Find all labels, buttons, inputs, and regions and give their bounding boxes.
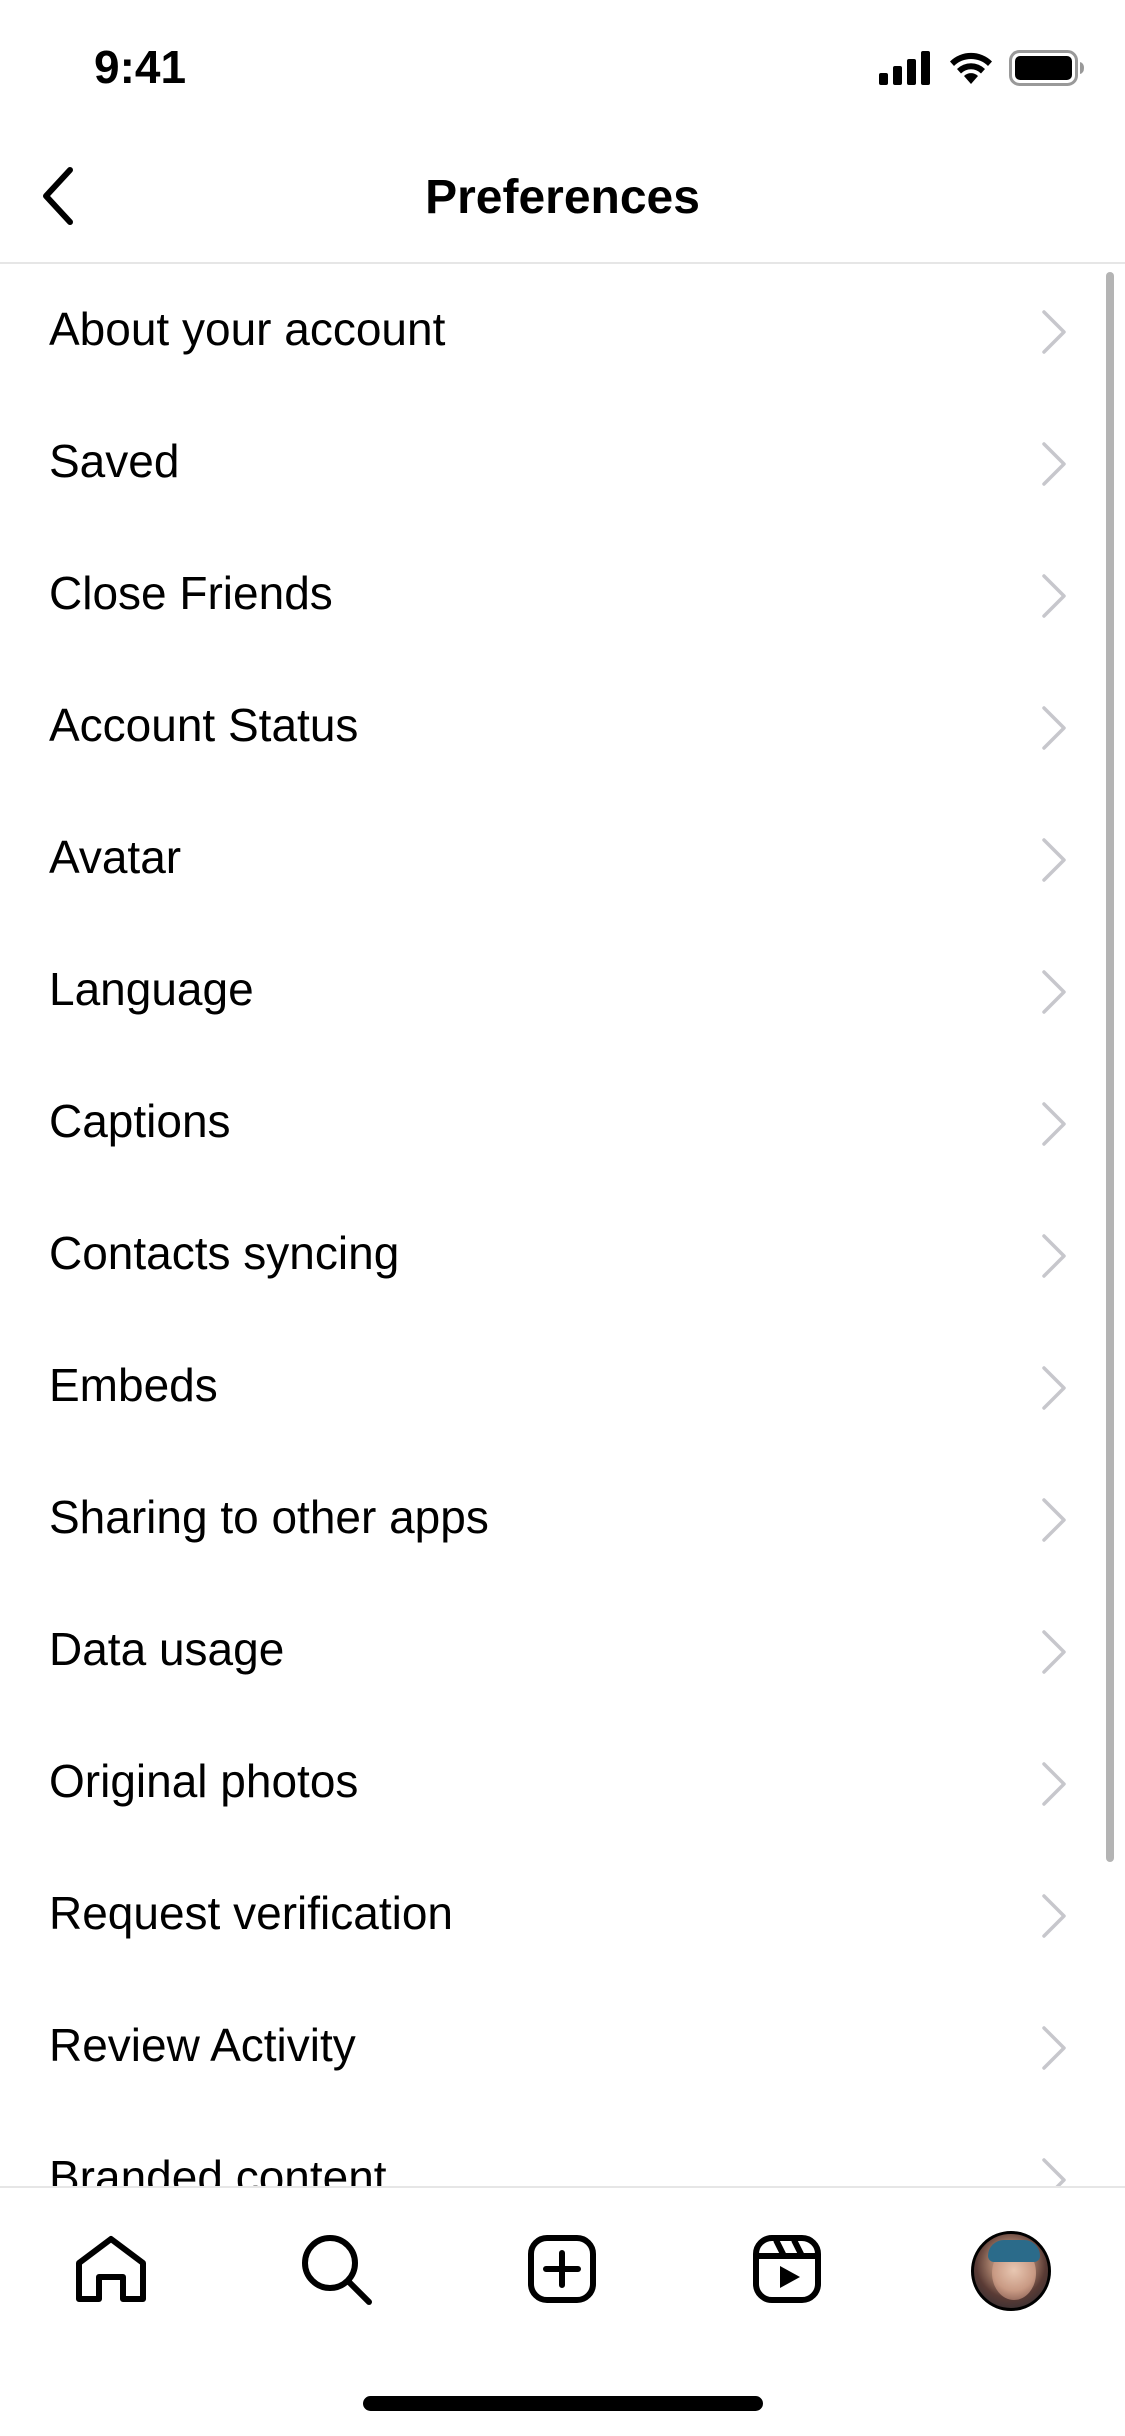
list-item-label: Review Activity xyxy=(49,2019,356,2071)
list-item-original-photos[interactable]: Original photos xyxy=(0,1718,1125,1850)
tab-search[interactable] xyxy=(281,2216,391,2326)
chevron-right-icon xyxy=(1042,1498,1066,1542)
list-item-label: Contacts syncing xyxy=(49,1227,400,1279)
list-item-review-activity[interactable]: Review Activity xyxy=(0,1982,1125,2114)
list-item-label: Language xyxy=(49,963,254,1015)
list-item-label: Embeds xyxy=(49,1359,218,1411)
chevron-right-icon xyxy=(1042,2026,1066,2070)
chevron-right-icon xyxy=(1042,1102,1066,1146)
list-item-label: Close Friends xyxy=(49,567,333,619)
list-item-contacts-syncing[interactable]: Contacts syncing xyxy=(0,1190,1125,1322)
list-item-label: Original photos xyxy=(49,1755,359,1807)
search-icon xyxy=(299,2232,373,2311)
page-title: Preferences xyxy=(425,171,700,224)
list-item-label: Saved xyxy=(49,435,180,487)
list-item-label: Request verification xyxy=(49,1887,453,1939)
list-item-label: Sharing to other apps xyxy=(49,1491,489,1543)
list-item-label: About your account xyxy=(49,303,446,355)
battery-icon xyxy=(1009,49,1085,91)
status-icons xyxy=(879,49,1085,91)
create-icon xyxy=(527,2234,597,2309)
chevron-right-icon xyxy=(1042,1366,1066,1410)
list-item-avatar[interactable]: Avatar xyxy=(0,794,1125,926)
status-time: 9:41 xyxy=(94,41,187,93)
home-indicator xyxy=(363,2396,763,2411)
chevron-right-icon xyxy=(1042,706,1066,750)
chevron-right-icon xyxy=(1042,2158,1066,2186)
chevron-right-icon xyxy=(1042,838,1066,882)
chevron-right-icon xyxy=(1042,1630,1066,1674)
chevron-right-icon xyxy=(1042,1894,1066,1938)
chevron-right-icon xyxy=(1042,970,1066,1014)
profile-avatar xyxy=(971,2231,1051,2311)
chevron-right-icon xyxy=(1042,574,1066,618)
wifi-icon xyxy=(947,50,995,91)
list-item-label: Captions xyxy=(49,1095,231,1147)
list-item-label: Branded content xyxy=(49,2151,387,2186)
scrollbar[interactable] xyxy=(1106,272,1114,1862)
cellular-signal-icon xyxy=(879,50,933,90)
list-item-branded-content[interactable]: Branded content xyxy=(0,2114,1125,2186)
list-item-about-your-account[interactable]: About your account xyxy=(0,266,1125,398)
list-item-data-usage[interactable]: Data usage xyxy=(0,1586,1125,1718)
tab-home[interactable] xyxy=(56,2216,166,2326)
preferences-screen: 9:41 Preferences About your account Save… xyxy=(0,0,1125,2436)
chevron-right-icon xyxy=(1042,310,1066,354)
list-item-label: Avatar xyxy=(49,831,182,883)
list-item-embeds[interactable]: Embeds xyxy=(0,1322,1125,1454)
preferences-list: About your account Saved Close Friends A… xyxy=(0,266,1125,2186)
home-icon xyxy=(73,2233,149,2310)
list-item-label: Account Status xyxy=(49,699,359,751)
tab-reels[interactable] xyxy=(732,2216,842,2326)
chevron-right-icon xyxy=(1042,442,1066,486)
reels-icon xyxy=(752,2234,822,2309)
chevron-right-icon xyxy=(1042,1234,1066,1278)
list-item-sharing-to-other-apps[interactable]: Sharing to other apps xyxy=(0,1454,1125,1586)
list-item-close-friends[interactable]: Close Friends xyxy=(0,530,1125,662)
navigation-header: Preferences xyxy=(0,132,1125,264)
list-item-account-status[interactable]: Account Status xyxy=(0,662,1125,794)
list-item-saved[interactable]: Saved xyxy=(0,398,1125,530)
tab-create[interactable] xyxy=(507,2216,617,2326)
chevron-right-icon xyxy=(1042,1762,1066,1806)
list-item-captions[interactable]: Captions xyxy=(0,1058,1125,1190)
list-item-request-verification[interactable]: Request verification xyxy=(0,1850,1125,1982)
list-item-label: Data usage xyxy=(49,1623,285,1675)
tab-profile[interactable] xyxy=(956,2216,1066,2326)
list-item-language[interactable]: Language xyxy=(0,926,1125,1058)
status-bar: 9:41 xyxy=(0,0,1125,132)
